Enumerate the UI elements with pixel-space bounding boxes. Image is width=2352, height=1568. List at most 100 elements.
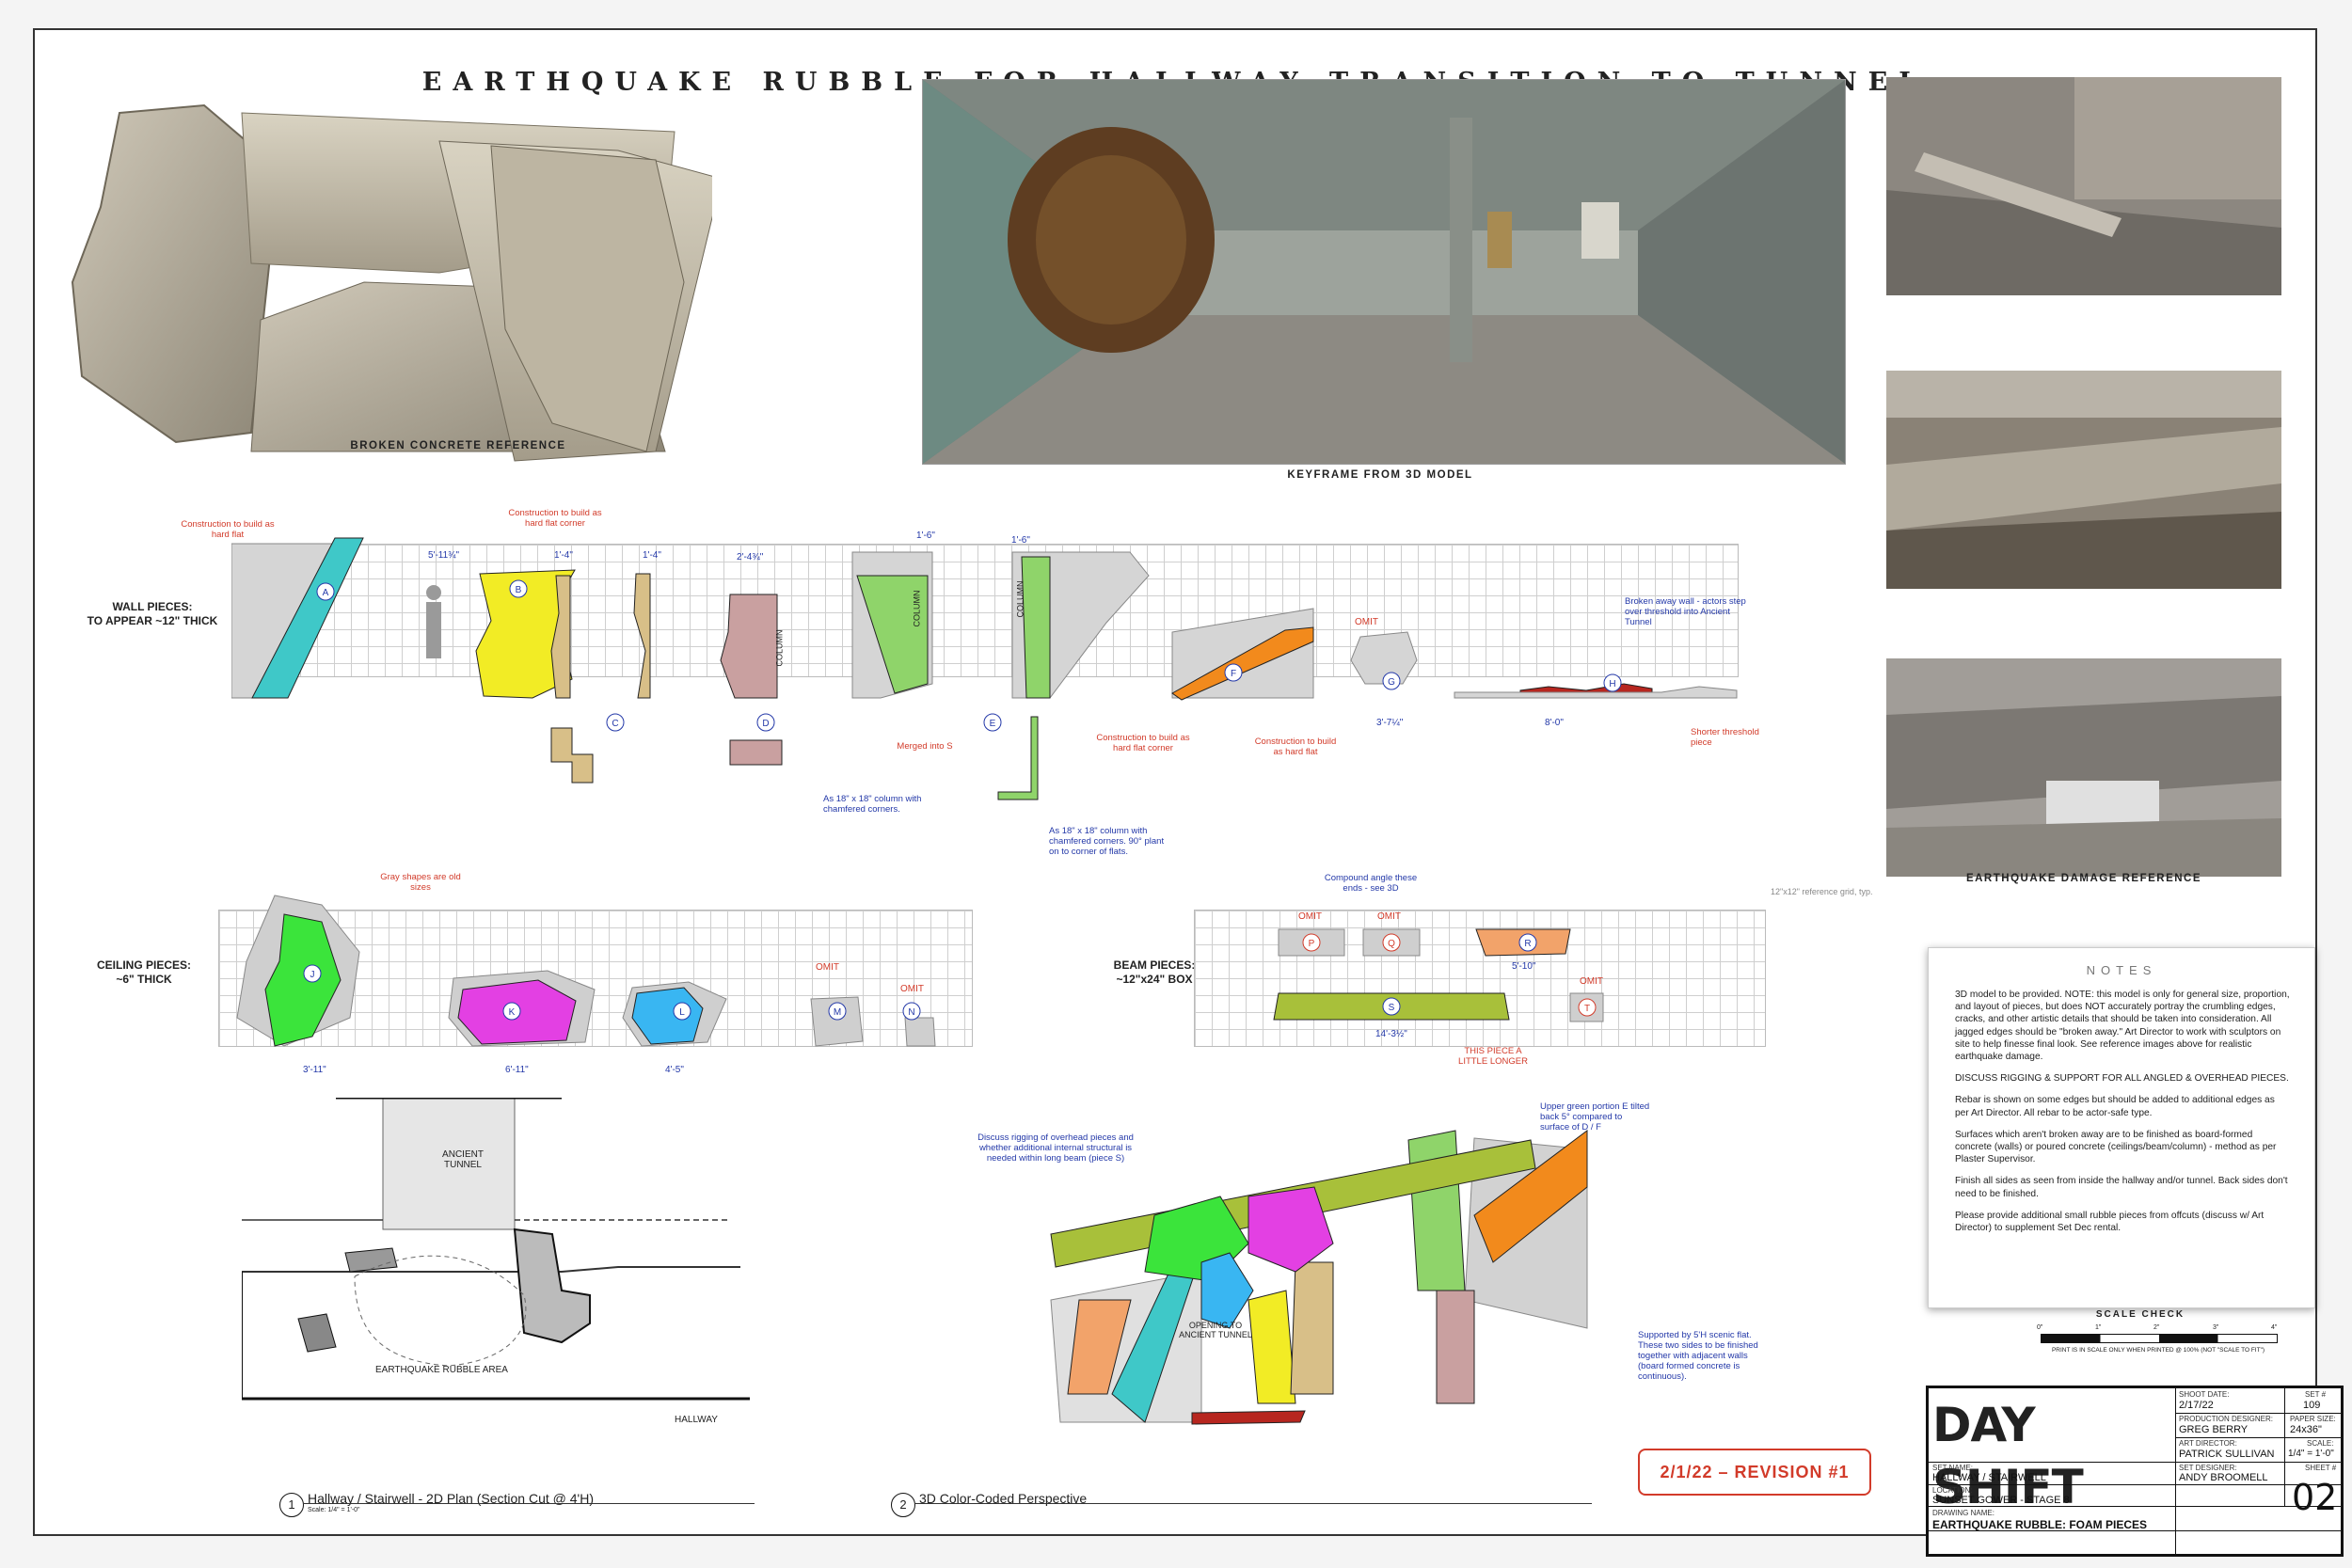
set-number: 109 — [2303, 1400, 2321, 1411]
wall-dim-e: 1'-6" — [1011, 535, 1030, 546]
wall-dim-d: 2'-4¾" — [737, 552, 764, 562]
wall-dim-g: 3'-7¼" — [1376, 718, 1404, 728]
wall-note-corner-c: Construction to build as hard flat corne… — [508, 508, 602, 529]
ceiling-omit-n: OMIT — [900, 984, 924, 994]
svg-text:A: A — [323, 588, 329, 598]
drawing-sheet: EARTHQUAKE RUBBLE FOR HALLWAY TRANSITION… — [33, 28, 2344, 1557]
wall-dim-c2: 1'-4" — [643, 550, 661, 561]
persp-title-rule — [914, 1503, 1592, 1504]
persp-note-rigging: Discuss rigging of overhead pieces and w… — [977, 1132, 1134, 1164]
paper-size: 24x36" — [2290, 1424, 2322, 1435]
notes-paragraph: Please provide additional small rubble p… — [1955, 1210, 2265, 1234]
persp-note-support: Supported by 5'H scenic flat. These two … — [1638, 1330, 1758, 1382]
column-label-d: COLUMN — [774, 629, 785, 667]
plan-view-scale: Scale: 1/4" = 1'-0" — [308, 1507, 360, 1513]
svg-text:D: D — [762, 719, 769, 729]
wall-hex-labels: A B C D E F G H — [316, 579, 1622, 732]
wall-dim-b: 5'-11¾" — [428, 550, 460, 561]
scale-check-label: SCALE CHECK — [2095, 1309, 2185, 1320]
svg-text:B: B — [516, 585, 522, 595]
damage-photo-3 — [1886, 658, 2281, 877]
column-label-e: COLUMN — [1015, 580, 1025, 618]
notes-paragraph: 3D model to be provided. NOTE: this mode… — [1955, 990, 2290, 1063]
wall-omit-g: OMIT — [1355, 617, 1378, 627]
svg-text:Q: Q — [1388, 939, 1395, 949]
wall-note-column-e: As 18" x 18" column with chamfered corne… — [1049, 826, 1165, 857]
notes-panel: NOTES 3D model to be provided. NOTE: thi… — [1928, 947, 2315, 1308]
svg-text:T: T — [1584, 1004, 1590, 1014]
svg-text:L: L — [679, 1007, 685, 1018]
broken-concrete-caption: BROKEN CONCRETE REFERENCE — [350, 440, 566, 451]
damage-photo-2 — [1886, 371, 2281, 589]
svg-text:P: P — [1309, 939, 1315, 949]
broken-concrete-photo — [71, 103, 712, 462]
svg-text:C: C — [612, 719, 618, 729]
beam-omit-t: OMIT — [1580, 976, 1603, 987]
damage-photo-1 — [1886, 77, 2281, 295]
notes-paragraph: Finish all sides as seen from inside the… — [1955, 1176, 2288, 1199]
plan-view-number: 1 — [279, 1493, 304, 1517]
wall-dim-s: 1'-6" — [916, 531, 935, 541]
plan-drawing — [242, 1098, 750, 1401]
svg-text:E: E — [990, 719, 996, 729]
beam-dim-r: 5'-10" — [1512, 961, 1536, 972]
plan-label-hallway: HALLWAY — [675, 1415, 718, 1425]
svg-text:R: R — [1524, 939, 1531, 949]
beam-omit-q: OMIT — [1377, 911, 1401, 922]
svg-text:K: K — [509, 1007, 516, 1018]
revision-stamp: 2/1/22 – REVISION #1 — [1638, 1449, 1871, 1496]
persp-opening-label: OPENING TO ANCIENT TUNNEL — [1179, 1321, 1252, 1339]
wall-note-column-d: As 18" x 18" column with chamfered corne… — [823, 794, 922, 815]
plan-label-rubble: EARTHQUAKE RUBBLE AREA — [375, 1365, 508, 1375]
location: SUNSET GOWER - STAGE 8 — [1932, 1495, 2070, 1506]
notes-paragraph: DISCUSS RIGGING & SUPPORT FOR ALL ANGLED… — [1955, 1073, 2289, 1085]
svg-text:J: J — [310, 970, 315, 980]
svg-text:G: G — [1388, 677, 1395, 688]
scale-value: 1/4" = 1'-0" — [2288, 1449, 2334, 1459]
wall-note-corner-e: Construction to build as hard flat corne… — [1096, 733, 1190, 753]
wall-note-threshold: Shorter threshold piece — [1691, 727, 1759, 748]
ceiling-note: Gray shapes are old sizes — [380, 872, 461, 893]
svg-text:M: M — [834, 1007, 841, 1018]
wall-note-flat-f: Construction to build as hard flat — [1254, 736, 1337, 757]
art-director: PATRICK SULLIVAN — [2179, 1449, 2275, 1460]
beam-longer-note: THIS PIECE A LITTLE LONGER — [1458, 1046, 1528, 1067]
ceiling-dim-k: 6'-11" — [505, 1065, 529, 1075]
persp-view-number: 2 — [891, 1493, 915, 1517]
ceiling-dim-j: 3'-11" — [303, 1065, 326, 1075]
wall-note-flat-a: Construction to build as hard flat — [181, 519, 275, 540]
day-shift-logo: DAY SHIFT — [1932, 1398, 2084, 1514]
damage-caption: EARTHQUAKE DAMAGE REFERENCE — [1965, 873, 2202, 884]
beam-grid-note: 12"x12" reference grid, typ. — [1771, 887, 1873, 896]
wall-note-broken-h: Broken away wall - actors step over thre… — [1625, 596, 1746, 627]
persp-note-green: Upper green portion E tilted back 5° com… — [1540, 1101, 1650, 1132]
column-label-s: COLUMN — [912, 590, 922, 627]
shoot-date: 2/17/22 — [2179, 1400, 2214, 1411]
notes-paragraph: Rebar is shown on some edges but should … — [1955, 1095, 2275, 1118]
svg-text:H: H — [1609, 679, 1615, 689]
svg-text:F: F — [1231, 669, 1236, 679]
svg-text:S: S — [1389, 1003, 1395, 1013]
sheet-number: 02 — [2292, 1477, 2338, 1518]
beam-pieces: P Q R S T — [1273, 928, 1604, 1022]
set-name: HALLWAY / STAIRWELL — [1932, 1472, 2046, 1483]
ceiling-row-label: CEILING PIECES: ~6" THICK — [96, 958, 191, 986]
keyframe-caption: KEYFRAME FROM 3D MODEL — [1287, 469, 1473, 481]
drawing-name: EARTHQUAKE RUBBLE: FOAM PIECES — [1932, 1518, 2148, 1531]
beam-dim-s: 14'-3½" — [1375, 1029, 1407, 1039]
wall-dim-c1: 1'-4" — [554, 550, 573, 561]
beam-note: Compound angle these ends - see 3D — [1324, 873, 1418, 894]
title-block: DAY SHIFT SHOOT DATE: 2/17/22 SET # 109 … — [1926, 1386, 2344, 1557]
notes-paragraph: Surfaces which aren't broken away are to… — [1955, 1129, 2277, 1165]
set-designer: ANDY BROOMELL — [2179, 1472, 2268, 1483]
production-designer: GREG BERRY — [2179, 1424, 2249, 1435]
beam-omit-p: OMIT — [1298, 911, 1322, 922]
plan-label-ancient: ANCIENT TUNNEL — [442, 1149, 484, 1170]
wall-note-merged: Merged into S — [897, 741, 953, 752]
scale-fine-print: PRINT IS IN SCALE ONLY WHEN PRINTED @ 10… — [2051, 1347, 2265, 1354]
notes-heading: NOTES — [2086, 963, 2157, 977]
wall-dim-h: 8'-0" — [1545, 718, 1564, 728]
plan-title-rule — [303, 1503, 755, 1504]
ceiling-pieces: J K L M N — [236, 895, 936, 1047]
svg-text:N: N — [908, 1007, 914, 1018]
